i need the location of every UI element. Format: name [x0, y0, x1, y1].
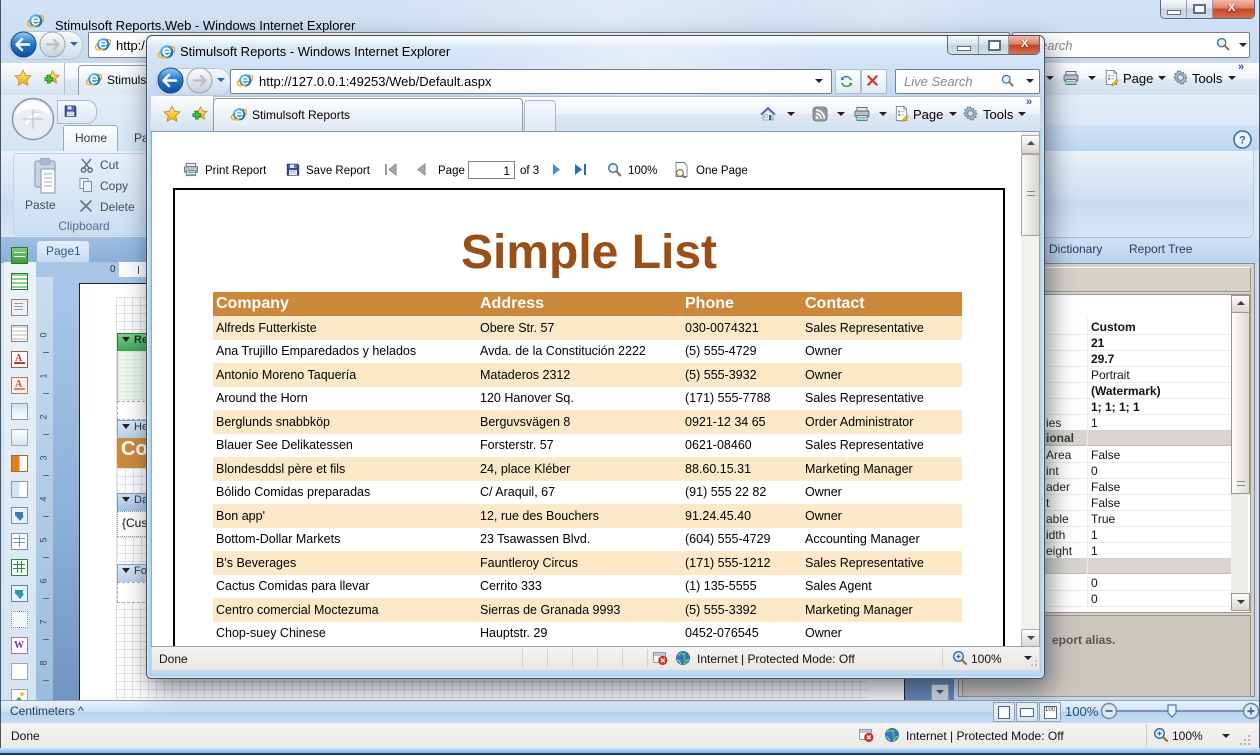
svg-text:?: ? [1239, 135, 1246, 147]
